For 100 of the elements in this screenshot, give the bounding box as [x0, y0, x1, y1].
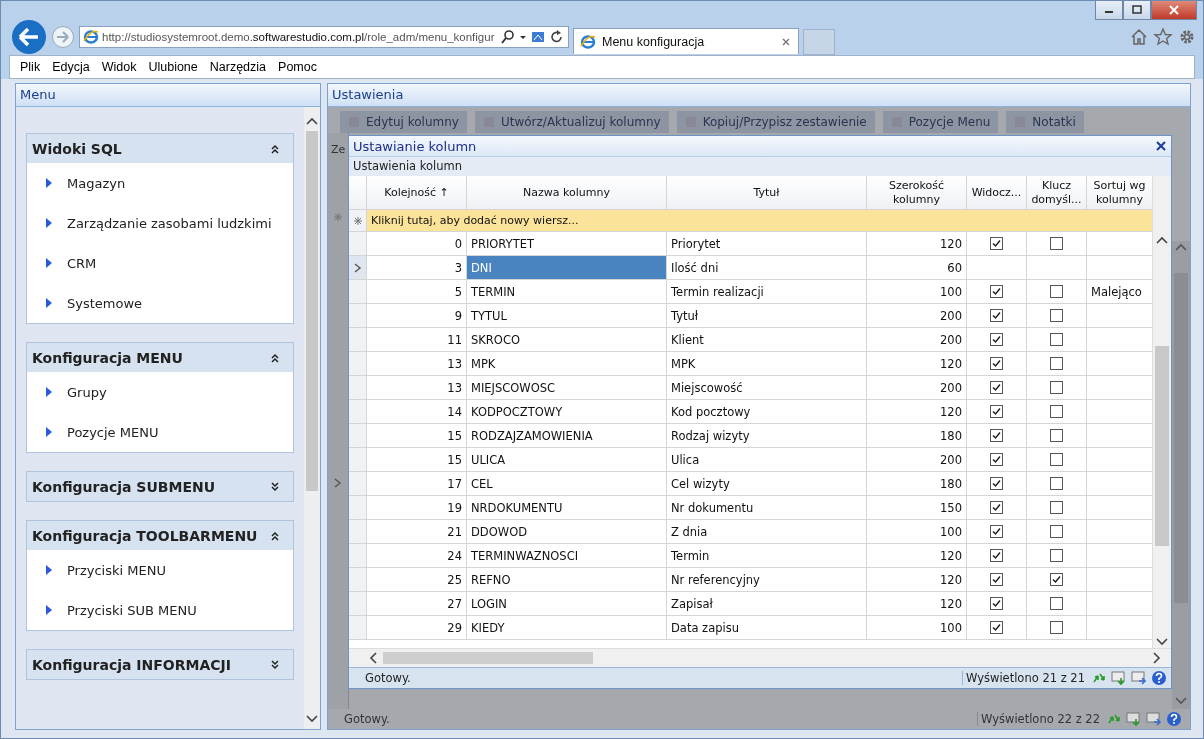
expand-icon[interactable]: [269, 658, 281, 671]
menu-link[interactable]: Przyciski MENU: [45, 550, 293, 590]
column-header[interactable]: Nazwa kolumny: [467, 176, 667, 210]
checkbox[interactable]: [1050, 429, 1063, 442]
checkbox[interactable]: [1050, 333, 1063, 346]
checkbox[interactable]: [1050, 381, 1063, 394]
export-icon[interactable]: [1111, 670, 1127, 686]
menu-item[interactable]: Narzędzia: [203, 60, 273, 74]
menu-link[interactable]: Systemowe: [45, 283, 293, 323]
checkbox[interactable]: [1050, 357, 1063, 370]
toolbar-button[interactable]: Kopiuj/Przypisz zestawienie: [676, 111, 875, 133]
checkbox[interactable]: [990, 237, 1003, 250]
menu-link[interactable]: Grupy: [45, 372, 293, 412]
expand-icon[interactable]: [269, 480, 281, 493]
help-icon[interactable]: [1166, 711, 1182, 727]
checkbox[interactable]: [990, 597, 1003, 610]
checkbox[interactable]: [1050, 501, 1063, 514]
menu-item[interactable]: Ulubione: [142, 60, 204, 74]
menu-item[interactable]: Edycja: [46, 60, 96, 74]
menu-link[interactable]: Przyciski SUB MENU: [45, 590, 293, 630]
table-cell: 200: [867, 328, 967, 352]
checkbox[interactable]: [1050, 621, 1063, 634]
import-icon[interactable]: [1131, 670, 1147, 686]
toolbar-button[interactable]: Notatki: [1006, 111, 1084, 133]
collapse-icon[interactable]: [269, 529, 281, 542]
help-icon[interactable]: [1151, 670, 1167, 686]
checkbox[interactable]: [1050, 405, 1063, 418]
scroll-up-icon[interactable]: [305, 115, 319, 127]
collapse-icon[interactable]: [269, 142, 281, 155]
checkbox[interactable]: [990, 621, 1003, 634]
section-header[interactable]: Konfiguracja SUBMENU: [27, 472, 293, 501]
checkbox[interactable]: [1050, 453, 1063, 466]
home-icon[interactable]: [1129, 27, 1149, 47]
minimize-button[interactable]: [1095, 1, 1123, 20]
table-cell: 19: [367, 496, 467, 520]
section-header[interactable]: Widoki SQL: [27, 134, 293, 163]
checkbox[interactable]: [990, 549, 1003, 562]
checkbox[interactable]: [990, 285, 1003, 298]
checkbox[interactable]: [1050, 597, 1063, 610]
section-header[interactable]: Konfiguracja INFORMACJI: [27, 650, 293, 679]
scrollbar[interactable]: [1152, 176, 1171, 648]
menu-item[interactable]: Plik: [14, 60, 47, 74]
scroll-right-icon[interactable]: [1151, 651, 1163, 665]
menu-link[interactable]: CRM: [45, 243, 293, 283]
checkbox[interactable]: [990, 429, 1003, 442]
checkbox[interactable]: [1050, 285, 1063, 298]
refresh-icon[interactable]: [549, 29, 565, 45]
column-header[interactable]: Kolejność ↑: [367, 176, 467, 210]
maximize-button[interactable]: [1123, 1, 1151, 20]
close-icon[interactable]: [1155, 140, 1167, 152]
scroll-left-icon[interactable]: [367, 651, 379, 665]
column-header[interactable]: Klucz domyśl...: [1027, 176, 1087, 210]
table-cell: 120: [867, 352, 967, 376]
checkbox[interactable]: [1050, 549, 1063, 562]
toolbar-button[interactable]: Utwórz/Aktualizuj kolumny: [474, 111, 669, 133]
scroll-down-icon[interactable]: [1155, 636, 1169, 648]
checkbox[interactable]: [990, 357, 1003, 370]
checkbox[interactable]: [990, 453, 1003, 466]
checkbox[interactable]: [990, 309, 1003, 322]
export-icon[interactable]: [1126, 711, 1142, 727]
menu-item[interactable]: Pomoc: [272, 60, 323, 74]
toolbar-button[interactable]: Pozycje Menu: [882, 111, 999, 133]
menu-item[interactable]: Widok: [95, 60, 143, 74]
checkbox[interactable]: [1050, 309, 1063, 322]
checkbox[interactable]: [990, 525, 1003, 538]
checkbox[interactable]: [990, 501, 1003, 514]
menu-link[interactable]: Magazyn: [45, 163, 293, 203]
import-icon[interactable]: [1146, 711, 1162, 727]
checkbox[interactable]: [990, 477, 1003, 490]
menu-link[interactable]: Pozycje MENU: [45, 412, 293, 452]
checkbox[interactable]: [990, 573, 1003, 586]
close-button[interactable]: [1151, 1, 1197, 20]
row-indicator[interactable]: [349, 256, 367, 280]
toolbar-button[interactable]: Edytuj kolumny: [340, 111, 467, 133]
menu-link[interactable]: Zarządzanie zasobami ludzkimi: [45, 203, 293, 243]
collapse-icon[interactable]: [269, 351, 281, 364]
compatibility-icon[interactable]: [530, 29, 546, 45]
star-icon[interactable]: [1153, 27, 1173, 47]
address-bar[interactable]: http://studiosystemroot.demo.softwarestudio.com.pl/role_adm/menu_konfigur: [79, 26, 569, 48]
column-header[interactable]: Widocz...: [967, 176, 1027, 210]
checkbox[interactable]: [990, 381, 1003, 394]
checkbox[interactable]: [990, 405, 1003, 418]
browser-tab[interactable]: Menu konfiguracja: [573, 28, 799, 54]
scroll-up-icon[interactable]: [1155, 234, 1169, 246]
checkbox[interactable]: [1050, 477, 1063, 490]
section-header[interactable]: Konfiguracja MENU: [27, 343, 293, 372]
column-header[interactable]: Tytuł: [667, 176, 867, 210]
checkbox[interactable]: [1050, 237, 1063, 250]
browser-logo-icon: [580, 33, 596, 50]
scrollbar[interactable]: [349, 648, 1171, 667]
scrollbar[interactable]: [304, 107, 320, 729]
scroll-down-icon[interactable]: [305, 713, 319, 725]
back-button[interactable]: [11, 19, 47, 55]
checkbox[interactable]: [990, 333, 1003, 346]
search-icon[interactable]: [500, 29, 516, 45]
section-header[interactable]: Konfiguracja TOOLBARMENU: [27, 521, 293, 550]
checkbox[interactable]: [1050, 573, 1063, 586]
checkbox[interactable]: [1050, 525, 1063, 538]
dialog-title: Ustawianie kolumn: [353, 138, 477, 154]
column-header[interactable]: Szerokość kolumny: [867, 176, 967, 210]
